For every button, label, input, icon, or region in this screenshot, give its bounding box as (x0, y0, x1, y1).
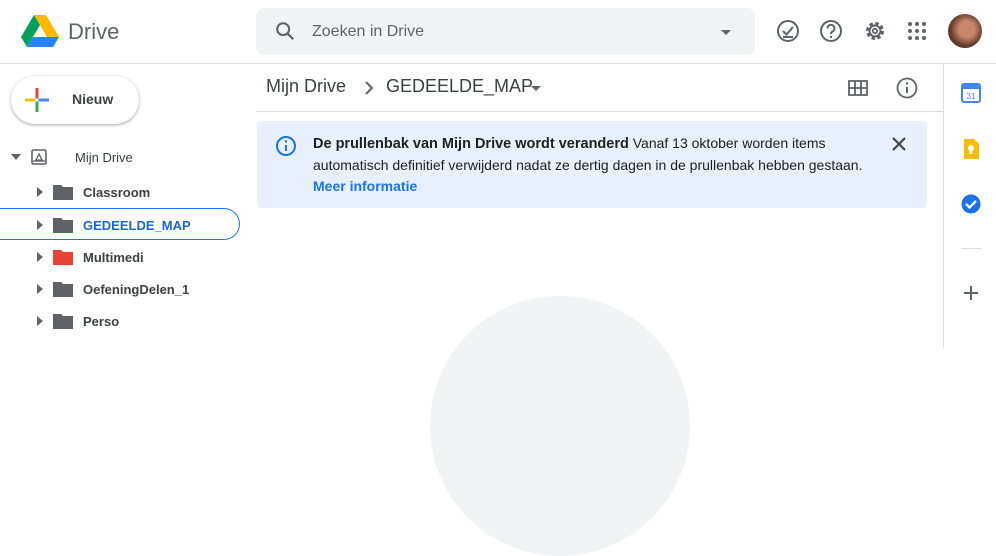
apps-grid-icon[interactable] (904, 18, 930, 44)
sidebar-folder-oefeningdelen[interactable]: OefeningDelen_1 (0, 273, 240, 305)
offline-ready-icon[interactable] (775, 18, 801, 44)
drive-logo-icon[interactable] (20, 14, 60, 50)
expand-arrow-icon[interactable] (34, 315, 46, 327)
folder-label: GEDEELDE_MAP (83, 218, 191, 233)
info-icon (276, 136, 296, 156)
collapse-arrow-icon[interactable] (10, 151, 22, 163)
banner-title: De prullenbak van Mijn Drive wordt veran… (313, 136, 629, 152)
banner-message: De prullenbak van Mijn Drive wordt veran… (313, 133, 873, 197)
empty-state-illustration (430, 296, 690, 556)
folder-label: Classroom (83, 185, 151, 200)
keep-icon[interactable] (960, 138, 982, 160)
info-icon[interactable] (895, 76, 919, 100)
breadcrumb: Mijn Drive GEDEELDE_MAP (256, 64, 943, 112)
sidebar-folder-classroom[interactable]: Classroom (0, 176, 240, 208)
expand-arrow-icon[interactable] (34, 219, 46, 231)
add-icon[interactable] (960, 282, 982, 304)
folder-label: Multimedi (83, 250, 144, 265)
folder-label: Perso (83, 314, 120, 329)
top-bar: Drive (0, 0, 996, 64)
app-title[interactable]: Drive (68, 19, 119, 45)
folder-icon (53, 185, 73, 200)
sidebar-folder-multimedi[interactable]: Multimedi (0, 241, 240, 273)
account-avatar[interactable] (948, 14, 982, 48)
expand-arrow-icon[interactable] (34, 283, 46, 295)
search-input[interactable] (312, 8, 692, 55)
folder-icon (53, 314, 73, 329)
folder-label: OefeningDelen_1 (83, 282, 190, 297)
close-icon[interactable] (889, 134, 909, 154)
side-panel: 31 (943, 64, 996, 348)
tasks-icon[interactable] (960, 193, 982, 215)
expand-arrow-icon[interactable] (34, 186, 46, 198)
banner-learn-more-link[interactable]: Meer informatie (313, 178, 417, 194)
search-options-icon[interactable] (714, 20, 738, 44)
calendar-day: 31 (967, 92, 976, 101)
search-box[interactable] (256, 8, 755, 55)
new-button-label: Nieuw (72, 91, 114, 107)
breadcrumb-root[interactable]: Mijn Drive (266, 76, 346, 97)
expand-arrow-icon[interactable] (34, 251, 46, 263)
sidebar-folder-perso[interactable]: Perso (0, 305, 240, 337)
sidebar-folder-gedeelde-map[interactable]: GEDEELDE_MAP (0, 208, 240, 240)
folder-icon (53, 218, 73, 233)
calendar-icon[interactable]: 31 (960, 82, 982, 104)
grid-view-icon[interactable] (846, 76, 870, 100)
search-icon[interactable] (274, 20, 296, 42)
side-panel-divider (961, 248, 981, 249)
settings-icon[interactable] (862, 18, 888, 44)
help-icon[interactable] (818, 18, 844, 44)
plus-icon (25, 88, 49, 112)
folder-icon (53, 250, 73, 265)
trash-policy-banner: De prullenbak van Mijn Drive wordt veran… (257, 121, 927, 208)
sidebar-item-label: Mijn Drive (75, 150, 133, 165)
chevron-down-icon[interactable] (530, 82, 542, 94)
folder-icon (53, 282, 73, 297)
chevron-right-icon (365, 81, 374, 95)
sidebar-item-my-drive[interactable]: Mijn Drive (0, 141, 240, 173)
sidebar: Nieuw Mijn Drive Classroom GEDEELDE_MAP … (0, 64, 256, 348)
breadcrumb-current[interactable]: GEDEELDE_MAP (386, 76, 533, 97)
new-button[interactable]: Nieuw (11, 76, 139, 124)
my-drive-icon (31, 149, 47, 165)
